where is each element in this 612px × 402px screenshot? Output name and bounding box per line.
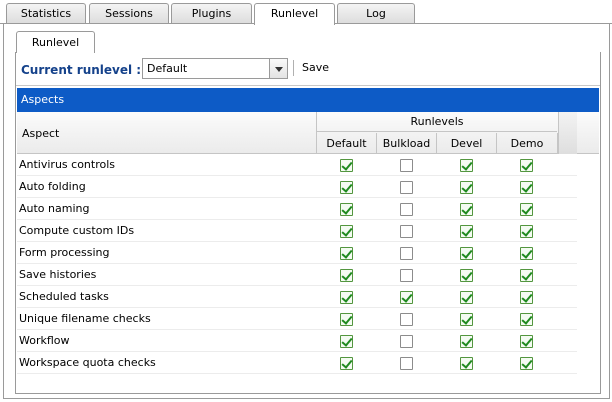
runlevel-checkbox-default[interactable] [340,159,353,172]
runlevel-checkbox-devel[interactable] [460,357,473,370]
aspects-grid: Aspect Runlevels Default Bulkload Devel … [17,112,599,392]
runlevel-checkbox-bulkload[interactable] [400,269,413,282]
table-row: Form processing [17,242,577,264]
runlevel-checkbox-devel[interactable] [460,335,473,348]
table-row: Unique filename checks [17,308,577,330]
aspect-label: Antivirus controls [19,158,116,171]
runlevel-checkbox-devel[interactable] [460,181,473,194]
runlevel-checkbox-default[interactable] [340,335,353,348]
runlevel-checkbox-devel[interactable] [460,313,473,326]
runlevel-checkbox-default[interactable] [340,203,353,216]
runlevel-checkbox-devel[interactable] [460,225,473,238]
runlevel-select[interactable]: Default [142,58,288,79]
column-header-demo[interactable]: Demo [497,133,558,154]
table-row: Antivirus controls [17,154,577,176]
aspect-label: Auto naming [19,202,90,215]
toolbar-separator [293,60,294,76]
runlevel-checkbox-demo[interactable] [520,203,533,216]
runlevel-checkbox-default[interactable] [340,313,353,326]
runlevel-checkbox-demo[interactable] [520,269,533,282]
top-tab-strip: Statistics Sessions Plugins Runlevel Log [0,0,612,25]
runlevel-content: Current runlevel : Default Save Aspects … [15,52,601,394]
runlevel-checkbox-demo[interactable] [520,181,533,194]
aspect-label: Scheduled tasks [19,290,109,303]
runlevel-checkbox-bulkload[interactable] [400,357,413,370]
column-header-bulkload[interactable]: Bulkload [377,133,437,154]
runlevel-checkbox-devel[interactable] [460,291,473,304]
runlevel-checkbox-bulkload[interactable] [400,203,413,216]
runlevel-checkbox-bulkload[interactable] [400,247,413,260]
table-row: Workflow [17,330,577,352]
tab-statistics[interactable]: Statistics [6,3,86,24]
runlevel-checkbox-devel[interactable] [460,159,473,172]
save-button[interactable]: Save [298,58,333,78]
aspects-header: Aspects [17,88,599,112]
aspect-label: Workflow [19,334,70,347]
runlevel-checkbox-demo[interactable] [520,159,533,172]
runlevel-checkbox-bulkload[interactable] [400,225,413,238]
runlevel-checkbox-default[interactable] [340,291,353,304]
table-row: Scheduled tasks [17,286,577,308]
tab-log[interactable]: Log [337,3,415,24]
aspect-label: Form processing [19,246,110,259]
runlevel-checkbox-default[interactable] [340,225,353,238]
subtab-runlevel[interactable]: Runlevel [16,31,95,53]
runlevel-select-value: Default [147,62,188,75]
runlevel-checkbox-devel[interactable] [460,269,473,282]
runlevel-checkbox-demo[interactable] [520,335,533,348]
aspect-label: Save histories [19,268,97,281]
column-header-aspect-label: Aspect [22,127,60,140]
table-row: Save histories [17,264,577,286]
runlevel-checkbox-default[interactable] [340,181,353,194]
aspect-label: Unique filename checks [19,312,151,325]
table-row: Workspace quota checks [17,352,577,374]
table-row: Auto naming [17,198,577,220]
runlevel-checkbox-default[interactable] [340,357,353,370]
aspect-label: Compute custom IDs [19,224,135,237]
tab-plugins[interactable]: Plugins [171,3,252,24]
runlevel-checkbox-bulkload[interactable] [400,181,413,194]
runlevel-checkbox-devel[interactable] [460,247,473,260]
aspect-label: Workspace quota checks [19,356,156,369]
current-runlevel-label: Current runlevel : [21,63,142,77]
runlevel-checkbox-bulkload[interactable] [400,159,413,172]
scrollbar-header-cap [558,112,577,154]
runlevel-checkbox-bulkload[interactable] [400,335,413,348]
grid-body: Antivirus controls Auto folding Auto namin… [17,154,577,374]
column-group-runlevels: Runlevels [317,112,557,132]
runlevel-panel: Runlevel Current runlevel : Default Save… [3,24,610,399]
runlevel-checkbox-demo[interactable] [520,291,533,304]
table-row: Compute custom IDs [17,220,577,242]
runlevel-checkbox-demo[interactable] [520,313,533,326]
runlevel-checkbox-demo[interactable] [520,247,533,260]
table-row: Auto folding [17,176,577,198]
runlevel-checkbox-default[interactable] [340,269,353,282]
tab-runlevel[interactable]: Runlevel [254,3,335,25]
tab-sessions[interactable]: Sessions [89,3,169,24]
runlevel-checkbox-demo[interactable] [520,225,533,238]
column-header-default[interactable]: Default [317,133,377,154]
grid-header: Aspect Runlevels Default Bulkload Devel … [17,112,599,154]
column-header-aspect[interactable]: Aspect [17,112,317,154]
runlevel-checkbox-devel[interactable] [460,203,473,216]
toolbar: Current runlevel : Default Save [16,52,600,86]
runlevel-checkbox-bulkload[interactable] [400,291,413,304]
runlevel-checkbox-default[interactable] [340,247,353,260]
column-header-devel[interactable]: Devel [437,133,497,154]
runlevel-checkbox-demo[interactable] [520,357,533,370]
runlevel-checkbox-bulkload[interactable] [400,313,413,326]
chevron-down-icon[interactable] [269,59,287,78]
aspect-label: Auto folding [19,180,86,193]
